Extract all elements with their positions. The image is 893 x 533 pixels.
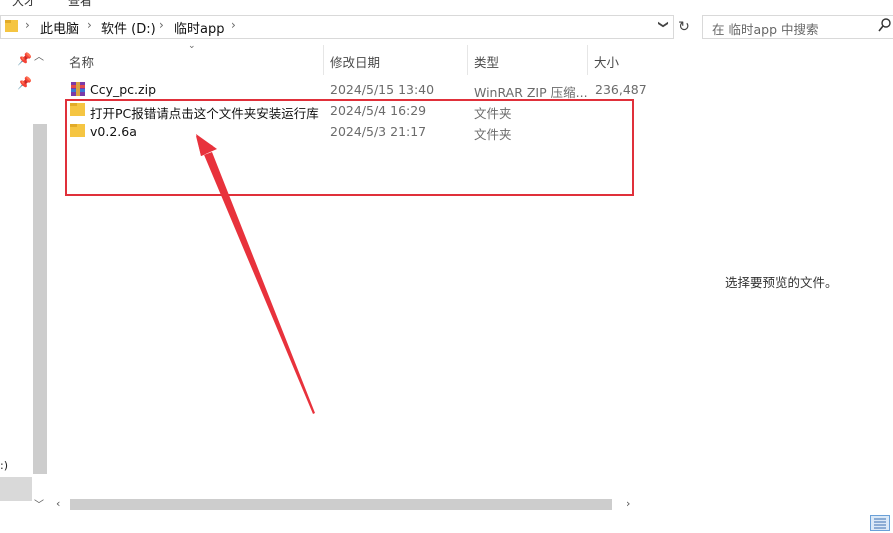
annotation-arrow <box>196 134 315 414</box>
horizontal-scrollbar-thumb[interactable] <box>70 499 612 510</box>
preview-pane-message: 选择要预览的文件。 <box>725 275 838 290</box>
details-view-toggle-icon[interactable] <box>870 515 890 531</box>
annotation-arrow-head <box>196 134 217 156</box>
horizontal-scrollbar[interactable]: ‹ › <box>52 497 640 512</box>
scroll-right-icon[interactable]: › <box>626 497 630 510</box>
scroll-left-icon[interactable]: ‹ <box>56 497 60 510</box>
annotation-arrow-shape <box>196 136 315 414</box>
